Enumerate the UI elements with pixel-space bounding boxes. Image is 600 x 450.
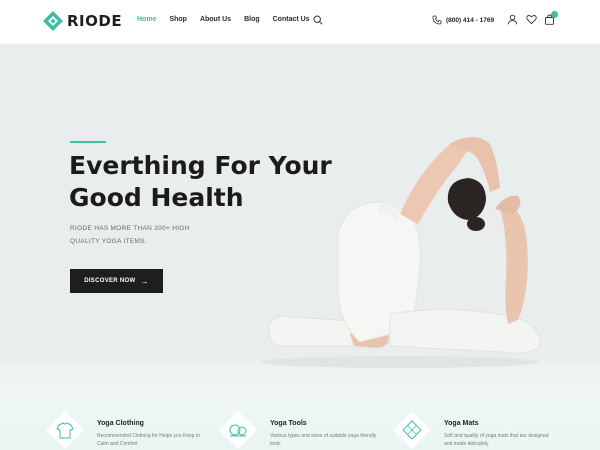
phone-contact[interactable]: (800) 414 - 1769 [432,15,494,25]
user-icon[interactable] [507,14,518,25]
hero-subtitle-line-1: RIODE HAS MORE THAN 200+ HIGH [70,225,190,232]
phone-number: (800) 414 - 1769 [446,16,495,24]
feature-yoga-tools[interactable]: Yoga Tools Various types and sizes of su… [218,410,393,450]
feature-desc: Recommended Clothing for Helps you Keep … [97,433,200,447]
search-icon[interactable] [313,15,323,25]
site-header: RIODE Home Shop About Us Blog Contact Us… [0,0,600,44]
feature-desc: Various types and sizes of suitable yoga… [270,433,377,447]
hero-subtitle: RIODE HAS MORE THAN 200+ HIGH QUALITY YO… [70,222,230,248]
logo-mark-icon [43,11,63,31]
yoga-model-image [260,137,541,368]
feature-yoga-clothing[interactable]: Yoga Clothing Recommended Clothing for H… [45,410,220,450]
heart-icon[interactable] [526,14,537,25]
feature-yoga-mats[interactable]: Yoga Mats Soft and quality of yoga mats … [392,410,567,450]
hero-subtitle-line-2: QUALITY YOGA ITEMS. [70,238,147,245]
cart-count-badge [551,11,558,18]
hero-title: Everthing For Your Good Health [69,150,332,214]
logo[interactable]: RIODE [43,11,122,31]
feature-title: Yoga Clothing [97,420,144,427]
logo-text: RIODE [67,12,123,30]
hero-banner: Everthing For Your Good Health RIODE HAS… [0,44,600,392]
nav-about-us[interactable]: About Us [200,16,231,23]
nav-contact-us[interactable]: Contact Us [273,16,310,23]
hero-title-line-2: Good Health [69,183,244,212]
features-strip: Yoga Clothing Recommended Clothing for H… [0,392,600,450]
hero-accent-line [70,141,106,143]
discover-now-button[interactable]: DISCOVER NOW → [70,269,163,293]
hero-title-line-1: Everthing For Your [69,151,332,180]
arrow-right-icon: → [140,276,149,286]
nav-blog[interactable]: Blog [244,16,260,23]
discover-now-label: DISCOVER NOW [84,278,136,284]
main-nav: Home Shop About Us Blog Contact Us [137,16,323,23]
yoga-mat-icon [393,411,431,449]
feature-title: Yoga Mats [444,420,479,427]
feature-title: Yoga Tools [270,420,307,427]
nav-shop[interactable]: Shop [169,16,187,23]
feature-desc: Soft and quality of yoga mats that are d… [444,433,549,447]
shirt-icon [46,411,84,449]
phone-icon [432,15,442,25]
yoga-tools-icon [219,411,257,449]
nav-home[interactable]: Home [137,16,156,23]
